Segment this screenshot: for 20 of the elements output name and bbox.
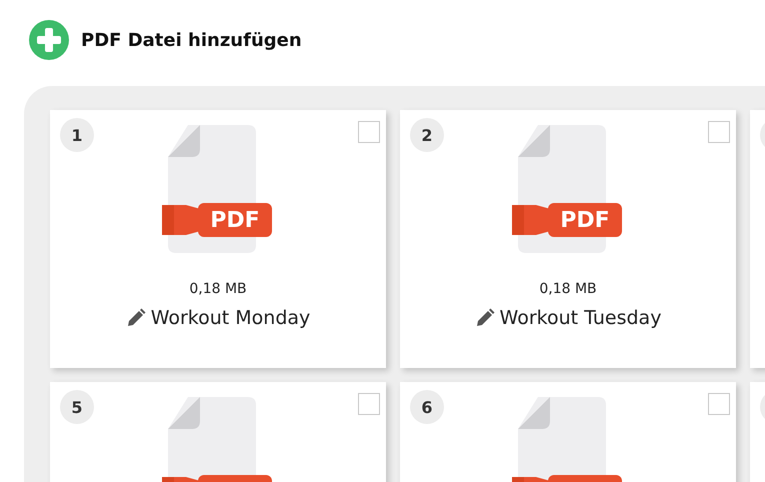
number-badge: 1 — [60, 118, 94, 152]
checkbox[interactable] — [358, 393, 380, 415]
file-card[interactable]: 1 PDF 0,18 MB Workout Monday — [50, 110, 386, 368]
checkbox[interactable] — [708, 393, 730, 415]
file-name: Workout Tuesday — [500, 307, 662, 329]
number-badge: 5 — [60, 390, 94, 424]
add-pdf-link[interactable]: PDF Datei hinzufügen — [81, 30, 302, 50]
file-card[interactable]: 5 — [50, 382, 386, 482]
number-badge: 2 — [410, 118, 444, 152]
checkbox[interactable] — [358, 121, 380, 143]
file-card[interactable]: 6 — [400, 382, 736, 482]
checkbox[interactable] — [708, 121, 730, 143]
file-size: 0,18 MB — [539, 281, 597, 297]
file-name: Workout Monday — [150, 307, 310, 329]
add-icon[interactable] — [29, 20, 69, 60]
pencil-icon[interactable] — [474, 308, 495, 328]
number-badge: 6 — [410, 390, 444, 424]
file-size: 0,18 MB — [189, 281, 247, 297]
file-card[interactable]: 2 PDF 0,18 MB Workout Tuesday — [400, 110, 736, 368]
pencil-icon[interactable] — [126, 308, 146, 328]
